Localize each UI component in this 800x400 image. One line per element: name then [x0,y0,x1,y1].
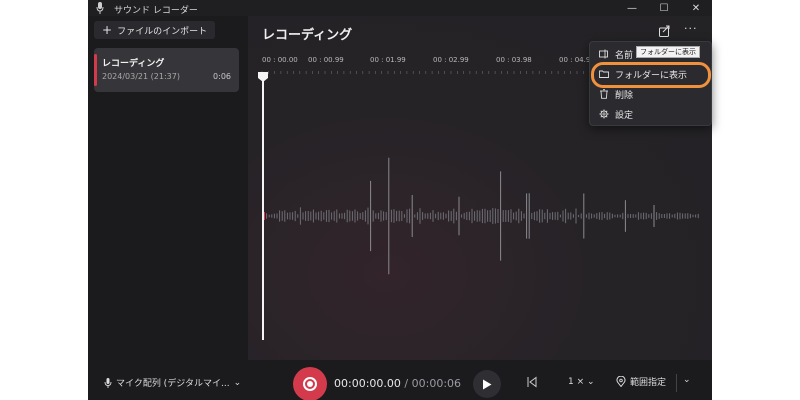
microphone-label: マイク配列 (デジタルマイ... [116,379,230,389]
recording-date: 2024/03/21 (21:37) [102,72,180,81]
maximize-button[interactable]: ☐ [648,0,680,16]
time-display: 00:00:00.00 / 00:00:06 [334,377,461,390]
trash-icon [600,89,608,99]
more-options-button[interactable]: ··· [684,22,698,35]
playback-bar: マイク配列 (デジタルマイ... ⌄ 00:00:00.00 / 00:00:0… [88,360,712,400]
playback-speed-label: 1 × [568,377,585,387]
rename-icon [599,49,608,59]
timeline-label: 00 : 00.00 [262,56,298,64]
gear-icon [599,109,609,119]
time-separator: / [404,377,409,390]
minimize-button[interactable]: — [616,0,648,16]
timeline-label: 00 : 02.99 [433,56,469,64]
selected-indicator [94,54,97,86]
chevron-down-icon: ⌄ [587,377,595,387]
timeline-label: 00 : 03.98 [496,56,532,64]
recording-title: レコーディング [262,28,353,43]
microphone-select[interactable]: マイク配列 (デジタルマイ... ⌄ [104,376,241,389]
import-file-label: ファイルのインポート [117,26,208,37]
waveform[interactable] [248,116,712,316]
recording-name: レコーディング [102,59,165,69]
microphone-icon [104,377,112,388]
record-button[interactable] [293,367,327,400]
menu-item-label: 設定 [615,110,634,121]
menu-item-label: 名前 [615,50,634,61]
app-title: サウンド レコーダー [114,6,198,16]
playhead-line[interactable] [262,78,264,340]
timeline-label: 00 : 01.99 [370,56,406,64]
annotation-highlight [591,62,711,88]
window-controls: — ☐ ✕ [616,0,712,16]
playback-speed-select[interactable]: 1 × ⌄ [568,377,595,387]
range-select-button[interactable]: 範囲指定 [616,375,666,388]
plus-icon: + [102,23,113,37]
import-file-button[interactable]: + ファイルのインポート [94,21,216,39]
close-button[interactable]: ✕ [680,0,712,16]
recording-duration: 0:06 [213,72,231,81]
play-button[interactable] [473,370,501,398]
skip-back-icon[interactable] [526,376,538,388]
current-time: 00:00:00.00 [334,377,401,390]
playhead-handle[interactable] [258,72,268,82]
recordings-sidebar: + ファイルのインポート レコーディング 2024/03/21 (21:37) … [88,16,248,360]
play-icon [483,379,492,389]
location-pin-icon [616,376,626,387]
menu-item-settings[interactable]: 設定 [590,104,713,124]
chevron-down-icon[interactable]: ⌄ [683,375,691,385]
title-bar: サウンド レコーダー — ☐ ✕ [88,0,712,16]
chevron-down-icon: ⌄ [233,377,242,388]
share-icon[interactable] [658,24,672,38]
total-time: 00:00:06 [411,377,462,390]
tooltip: フォルダーに表示 [636,46,700,58]
recording-list-item[interactable]: レコーディング 2024/03/21 (21:37) 0:06 [94,48,239,92]
menu-item-label: 削除 [615,90,634,101]
record-icon [303,377,317,391]
divider [676,374,677,392]
microphone-app-icon [96,2,104,14]
range-select-label: 範囲指定 [630,378,667,388]
timeline-label: 00 : 00.99 [308,56,344,64]
